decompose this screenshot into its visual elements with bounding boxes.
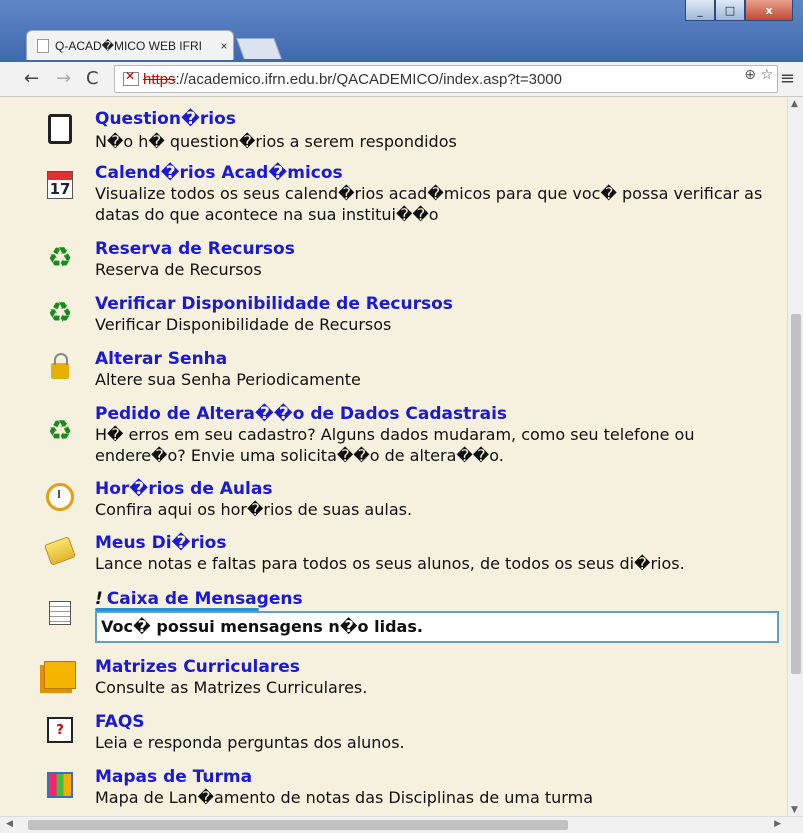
padlock-icon xyxy=(44,351,76,383)
browser-toolbar: ← → C https ://academico.ifrn.edu.br/QAC… xyxy=(0,62,803,97)
item-desc: Leia e responda perguntas dos alunos. xyxy=(95,733,405,752)
recycle-icon: ♻ xyxy=(47,295,73,329)
calendar-icon: 17 xyxy=(44,169,76,201)
item-desc: Consulte as Matrizes Curriculares. xyxy=(95,678,368,697)
tab-title: Q-ACAD�MICO WEB IFRI xyxy=(55,38,202,53)
page-icon xyxy=(37,38,49,53)
alert-mark: ! xyxy=(95,589,103,609)
item-title[interactable]: Mapas de Turma xyxy=(95,767,252,787)
maximize-button[interactable]: □ xyxy=(715,0,745,21)
item-desc: Mapa de Lan�amento de notas das Discipli… xyxy=(95,788,593,807)
window-titlebar: _ □ x Q-ACAD�MICO WEB IFRI × xyxy=(0,0,803,62)
item-title[interactable]: Question�rios xyxy=(95,109,236,129)
tab-close-icon[interactable]: × xyxy=(215,39,233,53)
folders-icon xyxy=(44,659,76,691)
minimize-button[interactable]: _ xyxy=(685,0,715,21)
forward-icon[interactable]: → xyxy=(56,68,71,89)
scroll-down-icon[interactable]: ▼ xyxy=(791,805,798,815)
vertical-scroll-thumb[interactable] xyxy=(791,314,801,674)
new-tab-button[interactable] xyxy=(236,38,282,59)
vertical-scrollbar[interactable]: ▲ ▼ xyxy=(787,97,803,817)
item-title[interactable]: ! Caixa de Mensagens xyxy=(95,589,303,609)
item-title[interactable]: Reserva de Recursos xyxy=(95,239,295,259)
item-title[interactable]: Meus Di�rios xyxy=(95,533,226,553)
messages-icon xyxy=(44,597,76,629)
close-window-button[interactable]: x xyxy=(745,0,793,21)
item-desc: Reserva de Recursos xyxy=(95,260,262,279)
back-icon[interactable]: ← xyxy=(24,68,39,89)
zoom-star-icons[interactable]: ⊕ ☆ xyxy=(744,67,773,83)
item-desc: Verificar Disponibilidade de Recursos xyxy=(95,315,392,334)
item-title[interactable]: Pedido de Altera��o de Dados Cadastrais xyxy=(95,404,507,424)
item-title[interactable]: Matrizes Curriculares xyxy=(95,657,300,677)
clipboard-icon xyxy=(44,113,76,145)
messages-link[interactable]: Caixa de Mensagens xyxy=(107,589,303,609)
recycle-icon: ♻ xyxy=(47,413,73,447)
clock-icon xyxy=(44,481,76,513)
unread-messages-alert[interactable]: Voc� possui mensagens n�o lidas. xyxy=(95,611,779,643)
item-desc: H� erros em seu cadastro? Alguns dados m… xyxy=(95,425,695,465)
address-bar[interactable]: https ://academico.ifrn.edu.br/QACADEMIC… xyxy=(114,65,778,93)
reload-icon[interactable]: C xyxy=(86,68,99,89)
url-scheme: https xyxy=(143,70,176,88)
item-desc: Visualize todos os seus calend�rios acad… xyxy=(95,184,763,224)
item-desc: Lance notas e faltas para todos os seus … xyxy=(95,554,685,573)
item-title[interactable]: Hor�rios de Aulas xyxy=(95,479,272,499)
item-desc: N�o h� question�rios a serem respondidos xyxy=(95,132,457,151)
item-title[interactable]: Verificar Disponibilidade de Recursos xyxy=(95,294,453,314)
insecure-lock-icon xyxy=(123,69,139,86)
item-desc: Altere sua Senha Periodicamente xyxy=(95,370,361,389)
menu-icon[interactable]: ≡ xyxy=(780,68,795,89)
notebook-icon xyxy=(44,535,76,567)
item-desc: Confira aqui os hor�rios de suas aulas. xyxy=(95,500,413,519)
scroll-left-icon[interactable]: ◀ xyxy=(6,819,13,829)
horizontal-scroll-thumb[interactable] xyxy=(28,820,568,830)
page-content: Question�rios N�o h� question�rios a ser… xyxy=(0,97,788,817)
item-title[interactable]: Calend�rios Acad�micos xyxy=(95,163,343,183)
url-text: ://academico.ifrn.edu.br/QACADEMICO/inde… xyxy=(175,70,562,88)
browser-tab[interactable]: Q-ACAD�MICO WEB IFRI × xyxy=(26,30,234,60)
scroll-right-icon[interactable]: ▶ xyxy=(774,819,781,829)
window-controls: _ □ x xyxy=(685,0,793,21)
horizontal-scrollbar[interactable]: ◀ ▶ xyxy=(0,816,803,833)
item-title[interactable]: FAQS xyxy=(95,712,145,732)
scroll-up-icon[interactable]: ▲ xyxy=(791,99,798,109)
item-title[interactable]: Alterar Senha xyxy=(95,349,227,369)
grid-icon xyxy=(44,769,76,801)
faq-icon: ? xyxy=(44,714,76,746)
recycle-icon: ♻ xyxy=(47,240,73,274)
